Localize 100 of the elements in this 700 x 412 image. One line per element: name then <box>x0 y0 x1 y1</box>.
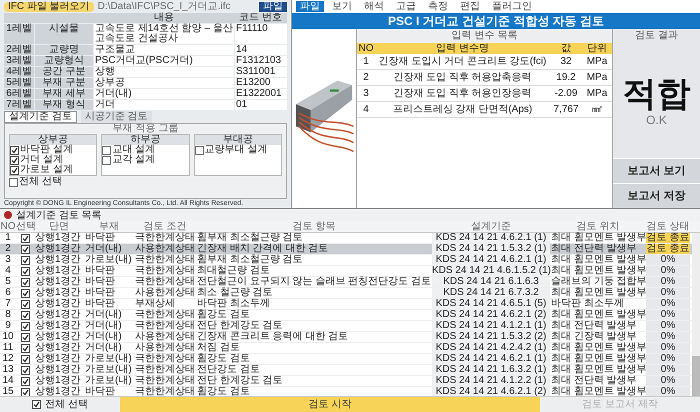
start-check-button[interactable]: 검토 시작 <box>120 397 540 412</box>
checkbox-label: 전체 선택 <box>19 177 62 187</box>
checkbox[interactable] <box>20 288 30 298</box>
checkbox[interactable] <box>10 156 19 164</box>
checkbox[interactable] <box>20 266 30 276</box>
status-cell: 0% <box>646 321 690 331</box>
table-row[interactable]: 6 상행1경간 바닥판 사용한계상태 최소 철근량 검토 KDS 24 14 21 6.7.3.2 최대 휨모멘트 발생부 0% <box>0 288 692 299</box>
value-field[interactable]: PSC거더교(PSC거더) <box>94 56 234 66</box>
table-row[interactable]: 12 상행1경간 가로보(내) 극한한계상태 휨강도 검토 KDS 24 14 21 4.6.2.1 (1) 최대 휨모멘트 발생부 0% <box>0 354 692 365</box>
checkbox[interactable] <box>20 376 30 386</box>
table-cell: 휨강도 검토 <box>197 353 250 364</box>
table-row[interactable]: 8 상행1경간 거더(내) 극한한계상태 휨강도 검토 KDS 24 14 21 4.6.2.1 (2) 최대 휨모멘트 발생부 0% <box>0 310 692 321</box>
checkbox[interactable] <box>20 244 30 254</box>
table-cell-text: MPa <box>586 71 608 85</box>
checkbox[interactable] <box>20 256 30 264</box>
checkbox[interactable] <box>20 300 30 308</box>
value-field[interactable]: 거더 <box>94 100 234 110</box>
checkbox[interactable] <box>20 310 30 320</box>
menu-tab[interactable]: 보기 <box>328 1 356 12</box>
table-cell: 최대 휨모멘트 발생부 <box>551 353 647 364</box>
value-field[interactable]: 상행 <box>94 67 234 77</box>
table-cell: 극한한계상태 <box>135 364 195 375</box>
code-field[interactable]: E13200 <box>235 78 287 88</box>
table-cell: 슬래브의 기둥 접합부 <box>551 276 647 287</box>
checkbox[interactable] <box>102 156 112 164</box>
report-button[interactable]: 보고서 보기 <box>613 158 700 183</box>
checkbox[interactable] <box>102 146 112 154</box>
checkbox[interactable] <box>32 400 42 409</box>
checkbox-label: 교대 설계 <box>112 145 156 155</box>
code-field[interactable]: S311001 <box>235 67 287 77</box>
checkbox[interactable] <box>20 234 30 242</box>
checkbox[interactable] <box>20 388 30 396</box>
table-row[interactable]: 9 상행1경간 거더(내) 극한한계상태 전단 한계강도 검토 KDS 24 14 21 4.1.2.1 (1) 최대 전단력 발생부 0% <box>0 321 692 332</box>
checkbox[interactable] <box>9 178 18 186</box>
code-field[interactable]: F1312103 <box>235 56 287 66</box>
field-label: 부재 형식 <box>35 100 93 110</box>
value-field[interactable]: 고속도로 제14호선 함양 – 울산 고속도로 건설공사 <box>94 24 234 44</box>
tab[interactable]: 설계기준 검토 <box>4 111 77 123</box>
column-header: 검토 위치 <box>576 221 620 232</box>
table-cell: 전단 한계강도 검토 <box>197 320 283 331</box>
table-cell: 거더(내) <box>85 243 122 254</box>
checkbox[interactable] <box>20 344 30 352</box>
menu-tab[interactable]: 고급 <box>392 1 420 12</box>
scrollbar[interactable] <box>692 233 700 396</box>
table-cell: 8 <box>5 309 11 320</box>
table-row[interactable]: 11 상행1경간 거더(내) 사용한계상태 처짐 검토 KDS 24 14 21 4.2.4.2 (1) 최대 휨모멘트 발생부 0% <box>0 343 692 354</box>
column-header: 검토 조건 <box>142 221 188 232</box>
level-label: 6레벨 <box>4 89 34 99</box>
value-field[interactable]: 거더(내) <box>94 89 234 99</box>
menu-tab[interactable]: 해석 <box>360 1 388 12</box>
checkbox[interactable] <box>10 146 19 154</box>
menu-tab[interactable]: 편집 <box>456 1 484 12</box>
checkbox[interactable] <box>20 278 30 286</box>
checkbox[interactable] <box>20 332 30 342</box>
checkbox[interactable] <box>10 166 19 174</box>
value-field[interactable]: 상부공 <box>94 78 234 88</box>
menu-tab[interactable]: 파일 <box>296 1 324 12</box>
table-row[interactable]: 4 상행1경간 바닥판 극한한계상태 최대철근량 검토 KDS 24 14 21 4.6.1.5.2 (1)최대 휨모멘트 발생부 0% <box>0 266 692 277</box>
table-row-selected[interactable]: 2 상행1경간 거더(내) 사용한계상태 긴장재 배치 간격에 대한 검토 KDS 24 14 21 1.5.3.2 (1) 최대 전단력 발생부 검토 종료 <box>0 244 692 255</box>
table-cell-text: MPa <box>586 87 608 101</box>
value-field[interactable]: 구조물교 <box>94 45 234 55</box>
panel-title: 검토 결과 <box>635 30 678 41</box>
table-row[interactable]: 14 상행1경간 가로보(내) 극한한계상태 전단 한계강도 검토 KDS 24 14 21 4.1.2.2 (1) 최대 전단력 발생부 0% <box>0 376 692 387</box>
table-row[interactable]: 10 상행1경간 거더(내) 사용한계상태 긴장재 콘크리트 응력에 대한 검토 KDS 24 14 21 1.5.3.2 (2) 최대 긴장력 발생부 0% <box>0 332 692 343</box>
group-heading: 하부공 <box>130 134 160 145</box>
table-cell: 거더(내) <box>85 331 122 342</box>
menu-tab[interactable]: 측정 <box>424 1 452 12</box>
checkbox[interactable] <box>20 354 30 364</box>
table-cell: 9 <box>5 320 11 331</box>
table-cell-text: 2 <box>362 71 370 85</box>
table-row[interactable]: 13 상행1경간 가로보(내) 극한한계상태 전단강도 검토 KDS 24 14 21 1.6.3.2 (1) 최대 휨모멘트 발생부 0% <box>0 365 692 376</box>
tab[interactable]: 시공기준 검토 <box>80 111 152 123</box>
code-field[interactable]: 14 <box>235 45 287 55</box>
table-cell: 처짐 검토 <box>197 342 240 353</box>
checkbox[interactable] <box>20 322 30 330</box>
table-cell-text: 7,767 <box>552 103 580 117</box>
table-cell: 가로보(내) <box>85 254 132 265</box>
table-cell: 7 <box>5 298 11 309</box>
status-cell: 0% <box>646 266 690 276</box>
code-field[interactable]: E1322001 <box>235 89 287 99</box>
table-row[interactable]: 5 상행1경간 바닥판 극한한계상태 전단철근이 요구되지 않는 슬래브 펀칭전단강도 검토 KDS 24 14 21 6.1.6.3 슬래브의 기둥 접합부 0% <box>0 277 692 288</box>
code-field[interactable]: 01 <box>235 100 287 110</box>
column-header: 입력 변수명 <box>435 43 490 54</box>
menu-tab[interactable]: 플러그인 <box>488 1 536 12</box>
checkbox-label: 전체 선택 <box>45 399 88 410</box>
open-button[interactable]: 파일 <box>259 2 287 12</box>
table-cell: 11 <box>2 342 14 353</box>
table-cell: 최대 휨모멘트 발생부 <box>551 309 647 320</box>
group-heading: 상부공 <box>38 134 68 145</box>
checkbox[interactable] <box>194 146 204 154</box>
table-row[interactable]: 7 상행1경간 바닥판 부재상세 바닥판 최소두께 KDS 24 14 21 4.6.5.1 (5) 바닥판 최소두께 0% <box>0 299 692 310</box>
code-field[interactable]: F11110 <box>235 24 287 44</box>
table-cell: 극한한계상태 <box>135 265 195 276</box>
report-button[interactable]: 보고서 저장 <box>613 183 700 208</box>
table-cell: 최소 철근량 검토 <box>197 287 273 298</box>
table-row[interactable]: 3 상행1경간 가로보(내) 극한한계상태 휨부재 최소철근량 검토 KDS 24 14 21 4.6.2.1 (1) 최대 휨모멘트 발생부 0% <box>0 255 692 266</box>
checkbox[interactable] <box>20 366 30 374</box>
load-file-button[interactable]: IFC 파일 불러오기 <box>4 2 94 12</box>
table-cell: 상행1경간 <box>35 298 81 309</box>
table-cell: 상행1경간 <box>35 331 81 342</box>
